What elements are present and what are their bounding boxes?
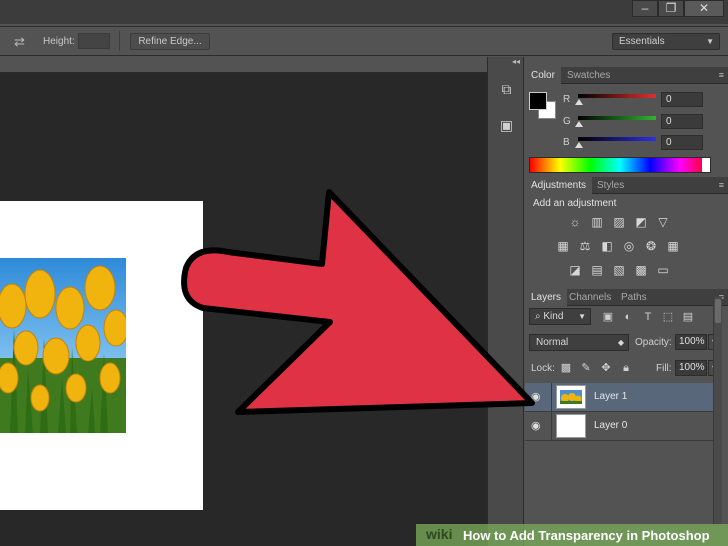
caption-title: How to Add Transparency in Photoshop — [463, 528, 710, 543]
wikihow-caption: wiki How to Add Transparency in Photosho… — [416, 524, 728, 546]
red-arrow-shape — [181, 189, 535, 415]
pointer-arrow-overlay — [181, 189, 535, 415]
wikihow-logo: wiki — [426, 526, 453, 542]
